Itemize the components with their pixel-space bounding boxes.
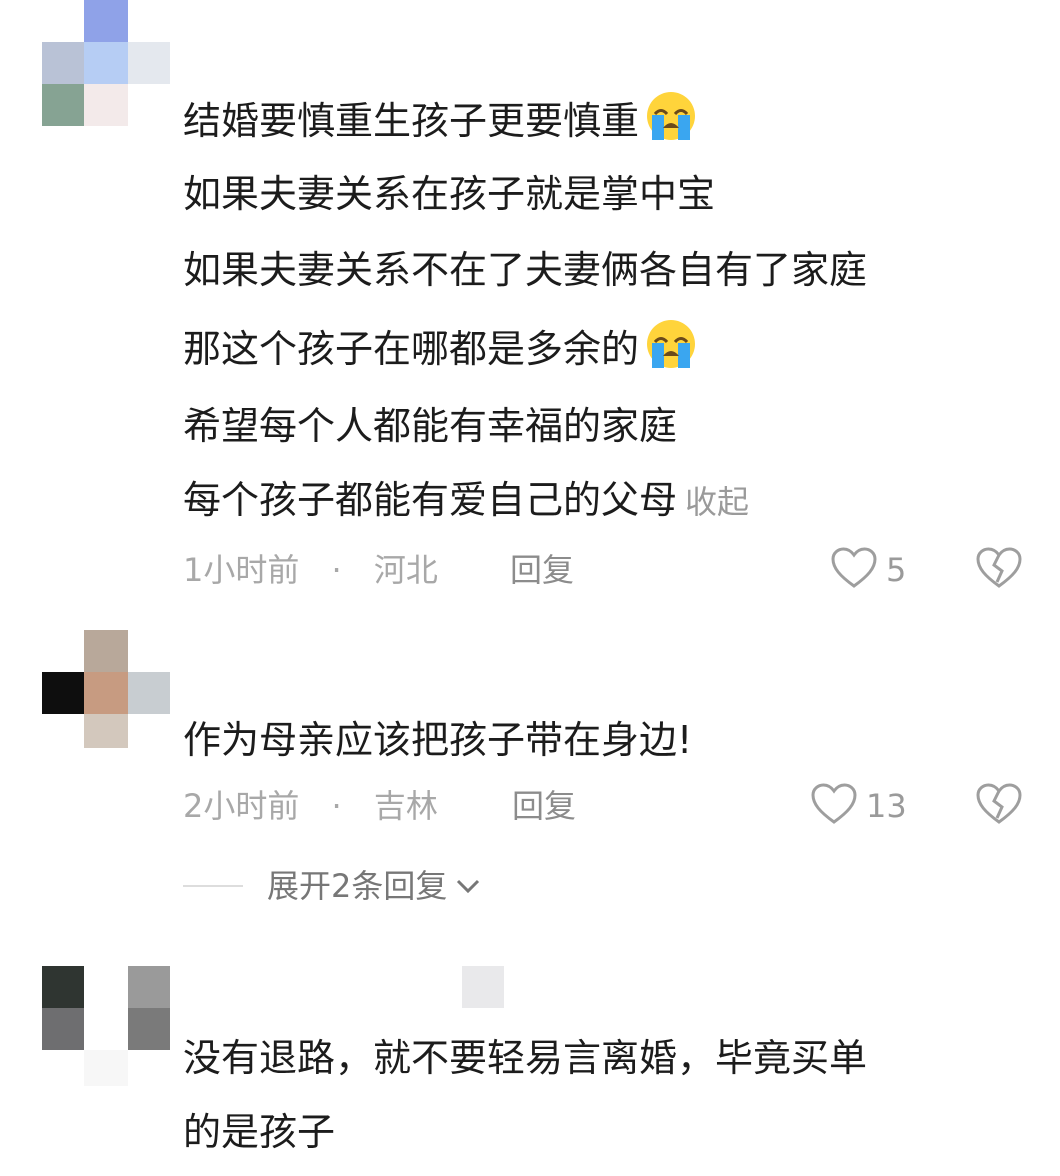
comment-time: 2小时前 — [183, 787, 300, 825]
expand-replies-button[interactable]: 展开2条回复 — [183, 866, 483, 906]
divider — [183, 885, 243, 887]
comment-meta: 1小时前 · 河北 — [183, 550, 438, 590]
user-badge — [462, 966, 504, 1008]
chevron-down-icon — [457, 879, 480, 894]
comment-text: 那这个孩子在哪都是多余的 — [183, 327, 640, 371]
comment-text-line: 结婚要慎重生孩子更要慎重 — [183, 92, 701, 145]
like-count: 13 — [866, 787, 907, 825]
crying-emoji-icon — [647, 320, 696, 368]
reply-button[interactable]: 回复 — [512, 786, 576, 826]
comment-text-line: 希望每个人都能有幸福的家庭 — [183, 404, 678, 448]
like-heart-icon[interactable] — [810, 782, 858, 826]
comment-location: 河北 — [373, 551, 438, 589]
reply-button[interactable]: 回复 — [510, 550, 574, 590]
comment-text-line: 那这个孩子在哪都是多余的 — [183, 320, 701, 373]
comment-text-line: 没有退路，就不要轻易言离婚，毕竟买单 — [183, 1036, 868, 1080]
like-heart-icon[interactable] — [830, 546, 878, 590]
comment-location: 吉林 — [373, 787, 438, 825]
like-count: 5 — [886, 551, 907, 589]
comment-meta: 2小时前 · 吉林 — [183, 786, 438, 826]
meta-separator: · — [331, 787, 342, 825]
meta-separator: · — [331, 551, 342, 589]
comment-text: 每个孩子都能有爱自己的父母 — [183, 478, 678, 522]
collapse-link[interactable]: 收起 — [685, 483, 749, 521]
comment-text-line: 的是孩子 — [183, 1110, 336, 1154]
dislike-broken-heart-icon[interactable] — [975, 782, 1023, 826]
comment-time: 1小时前 — [183, 551, 300, 589]
avatar[interactable] — [42, 630, 170, 758]
avatar[interactable] — [42, 966, 170, 1094]
avatar[interactable] — [42, 0, 170, 128]
comment-text-line: 如果夫妻关系不在了夫妻俩各自有了家庭 — [183, 248, 868, 292]
comment-text-line: 作为母亲应该把孩子带在身边! — [183, 718, 693, 762]
dislike-broken-heart-icon[interactable] — [975, 546, 1023, 590]
crying-emoji-icon — [647, 92, 696, 140]
comment-text-line: 如果夫妻关系在孩子就是掌中宝 — [183, 172, 716, 216]
comment-text-line: 每个孩子都能有爱自己的父母 收起 — [183, 476, 749, 526]
comment-text: 结婚要慎重生孩子更要慎重 — [183, 99, 640, 143]
expand-replies-label: 展开2条回复 — [267, 867, 448, 905]
